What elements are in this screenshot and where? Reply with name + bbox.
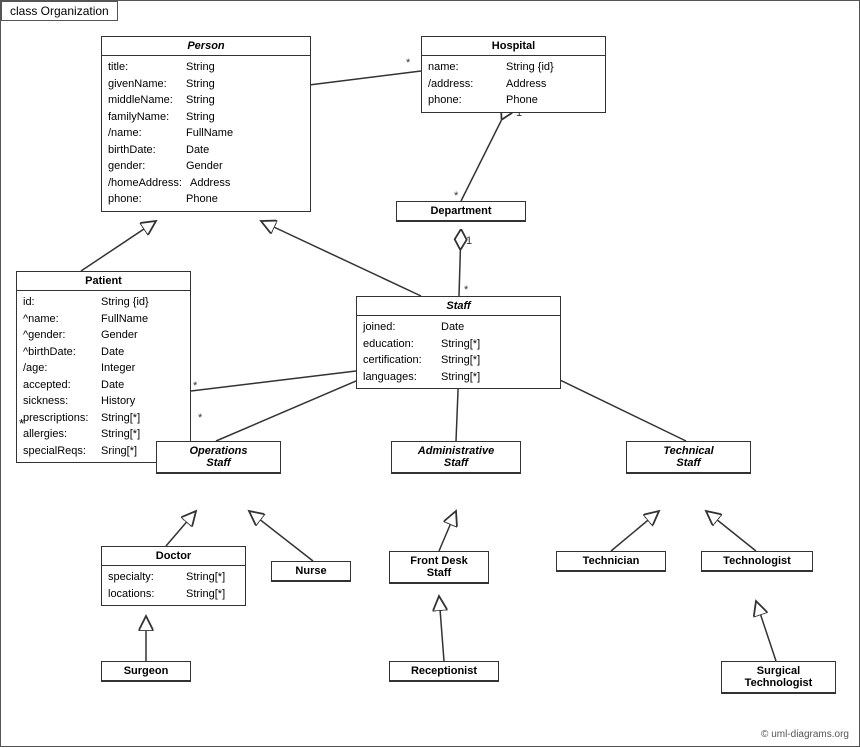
class-surgeon-header: Surgeon bbox=[102, 662, 190, 681]
class-nurse: Nurse bbox=[271, 561, 351, 582]
class-administrative-staff-header: AdministrativeStaff bbox=[392, 442, 520, 473]
class-doctor: Doctor specialty:String[*] locations:Str… bbox=[101, 546, 246, 606]
class-hospital: Hospital name:String {id} /address:Addre… bbox=[421, 36, 606, 113]
class-nurse-header: Nurse bbox=[272, 562, 350, 581]
class-technician-header: Technician bbox=[557, 552, 665, 571]
svg-text:*: * bbox=[464, 284, 469, 296]
svg-text:1: 1 bbox=[466, 235, 472, 247]
class-patient-body: id:String {id} ^name:FullName ^gender:Ge… bbox=[17, 291, 190, 462]
class-technical-staff: TechnicalStaff bbox=[626, 441, 751, 474]
class-doctor-body: specialty:String[*] locations:String[*] bbox=[102, 566, 245, 605]
class-surgical-technologist: SurgicalTechnologist bbox=[721, 661, 836, 694]
class-patient-header: Patient bbox=[17, 272, 190, 291]
class-hospital-body: name:String {id} /address:Address phone:… bbox=[422, 56, 605, 112]
class-staff-body: joined:Date education:String[*] certific… bbox=[357, 316, 560, 388]
class-administrative-staff: AdministrativeStaff bbox=[391, 441, 521, 474]
class-front-desk-staff: Front DeskStaff bbox=[389, 551, 489, 584]
class-technologist-header: Technologist bbox=[702, 552, 812, 571]
class-hospital-header: Hospital bbox=[422, 37, 605, 56]
class-surgeon: Surgeon bbox=[101, 661, 191, 682]
class-patient: Patient id:String {id} ^name:FullName ^g… bbox=[16, 271, 191, 463]
class-surgical-technologist-header: SurgicalTechnologist bbox=[722, 662, 835, 693]
class-technical-staff-header: TechnicalStaff bbox=[627, 442, 750, 473]
class-technician: Technician bbox=[556, 551, 666, 572]
class-receptionist: Receptionist bbox=[389, 661, 499, 682]
diagram-title: class Organization bbox=[1, 1, 118, 21]
class-operations-staff: OperationsStaff bbox=[156, 441, 281, 474]
class-receptionist-header: Receptionist bbox=[390, 662, 498, 681]
class-staff-header: Staff bbox=[357, 297, 560, 316]
class-doctor-header: Doctor bbox=[102, 547, 245, 566]
svg-text:*: * bbox=[198, 412, 203, 424]
diagram-container: class Organization * * 1 * bbox=[0, 0, 860, 747]
class-technologist: Technologist bbox=[701, 551, 813, 572]
class-person: Person title:String givenName:String mid… bbox=[101, 36, 311, 212]
class-person-header: Person bbox=[102, 37, 310, 56]
class-staff: Staff joined:Date education:String[*] ce… bbox=[356, 296, 561, 389]
class-department: Department bbox=[396, 201, 526, 222]
class-operations-staff-header: OperationsStaff bbox=[157, 442, 280, 473]
svg-text:*: * bbox=[406, 57, 411, 69]
copyright: © uml-diagrams.org bbox=[761, 729, 849, 740]
class-department-header: Department bbox=[397, 202, 525, 221]
svg-text:*: * bbox=[193, 380, 198, 392]
class-person-body: title:String givenName:String middleName… bbox=[102, 56, 310, 211]
patient-multiplicity: * bbox=[19, 416, 24, 431]
class-front-desk-staff-header: Front DeskStaff bbox=[390, 552, 488, 583]
